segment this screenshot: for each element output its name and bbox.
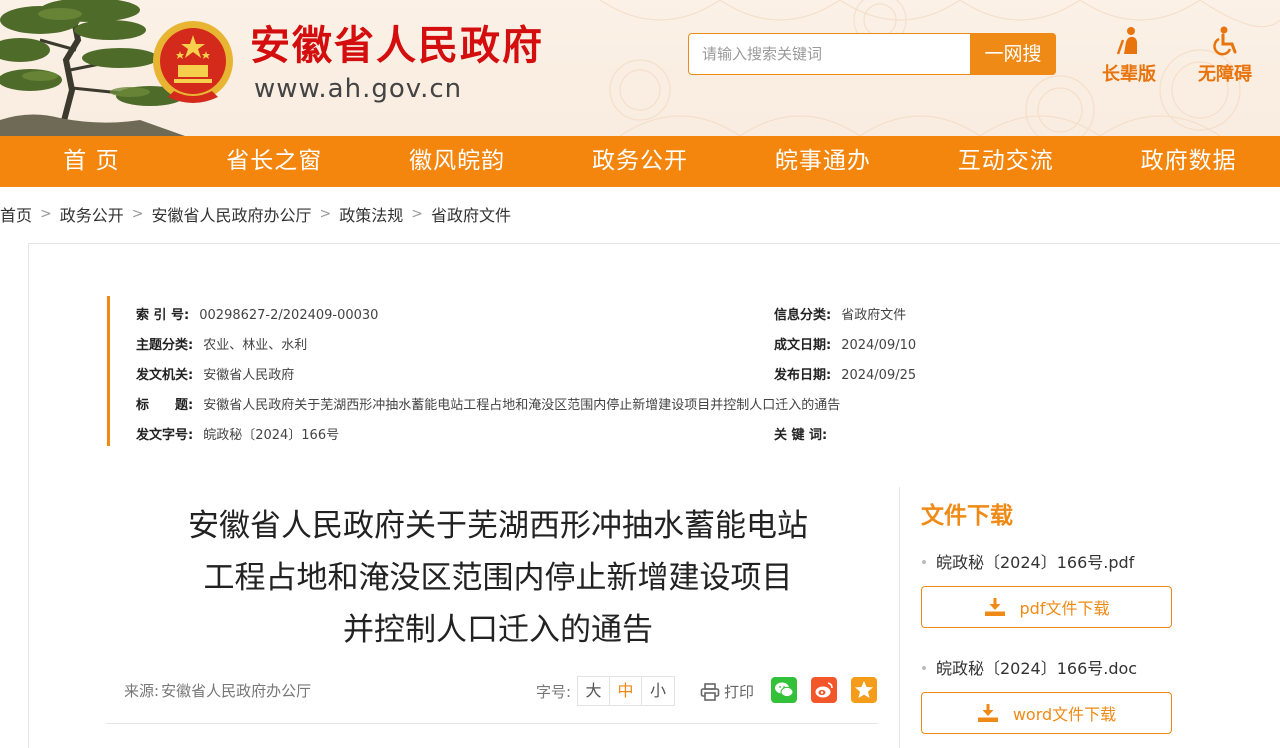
meta-info-category-label: 信息分类: (774, 308, 832, 323)
meta-topic-value: 农业、林业、水利 (203, 338, 308, 353)
document-source: 来源: 安徽省人民政府办公厅 (124, 680, 311, 701)
pdf-download-label: pdf文件下载 (1019, 599, 1110, 618)
meta-created: 成文日期: 2024/09/10 (774, 334, 916, 353)
bullet-icon (922, 665, 926, 670)
pdf-download-button[interactable]: pdf文件下载 (921, 586, 1172, 628)
meta-title-label: 标 题: (136, 398, 194, 413)
wechat-icon (775, 682, 794, 698)
font-size-label: 字号: (536, 682, 572, 701)
download-file-name-doc: 皖政秘〔2024〕166号.doc (936, 659, 1138, 678)
elder-icon (1116, 27, 1137, 55)
meta-keywords: 关 键 词: (774, 424, 837, 443)
meta-index-value: 00298627-2/202409-00030 (199, 308, 379, 323)
source-label: 来源: (124, 682, 160, 700)
sidebar-divider (899, 487, 900, 748)
meta-info-category: 信息分类: 省政府文件 (774, 304, 906, 323)
content-divider (106, 723, 878, 724)
chevron-right-icon: > (319, 206, 332, 222)
downloads-title: 文件下载 (921, 503, 1013, 529)
meta-topic: 主题分类: 农业、林业、水利 (136, 334, 307, 353)
elder-mode-link[interactable]: 长辈版 (1094, 26, 1164, 86)
meta-index: 索 引 号: 00298627-2/202409-00030 (136, 304, 378, 323)
download-file-name-pdf: 皖政秘〔2024〕166号.pdf (936, 553, 1135, 572)
share-wechat-button[interactable] (771, 677, 797, 703)
download-file-name: 皖政秘〔2024〕166号.doc (922, 655, 1137, 679)
meta-title: 标 题: 安徽省人民政府关于芜湖西形冲抽水蓄能电站工程占地和淹没区范围内停止新增建… (136, 394, 840, 413)
breadcrumb-office[interactable]: 安徽省人民政府办公厅 (152, 202, 312, 226)
document-title-line1: 安徽省人民政府关于芜湖西形冲抽水蓄能电站 (188, 508, 808, 544)
font-size-control: 字号: 大 中 小 (536, 676, 676, 706)
meta-keywords-label: 关 键 词: (774, 428, 828, 443)
meta-issuer: 发文机关: 安徽省人民政府 (136, 364, 294, 383)
meta-info-category-value: 省政府文件 (841, 308, 907, 323)
meta-issuer-value: 安徽省人民政府 (203, 368, 295, 383)
chevron-right-icon: > (131, 206, 144, 222)
meta-published: 发布日期: 2024/09/25 (774, 364, 916, 383)
nav-item-governor[interactable]: 省长之窗 (183, 136, 366, 187)
share-weibo-button[interactable] (811, 677, 837, 703)
font-size-large-button[interactable]: 大 (578, 677, 611, 705)
site-url: www.ah.gov.cn (254, 74, 463, 104)
download-file-name: 皖政秘〔2024〕166号.pdf (922, 549, 1134, 573)
nav-item-home[interactable]: 首 页 (0, 136, 183, 187)
breadcrumb-policy[interactable]: 政策法规 (339, 202, 403, 226)
document-title-line3: 并控制人口迁入的通告 (343, 612, 653, 648)
download-icon (984, 598, 1005, 616)
font-size-options: 大 中 小 (577, 676, 676, 706)
search-input[interactable] (689, 34, 971, 74)
breadcrumb-docs[interactable]: 省政府文件 (431, 202, 511, 226)
bullet-icon (922, 559, 926, 564)
print-button[interactable]: 打印 (700, 681, 754, 702)
meta-issuer-label: 发文机关: (136, 368, 194, 383)
printer-icon (700, 682, 720, 701)
breadcrumb-gov-affairs[interactable]: 政务公开 (60, 202, 124, 226)
weibo-icon (815, 682, 833, 698)
site-header: 安徽省人民政府 www.ah.gov.cn 一网搜 长辈版 无障碍 (0, 0, 1280, 136)
wheelchair-icon (1213, 26, 1237, 56)
document-title: 安徽省人民政府关于芜湖西形冲抽水蓄能电站 工程占地和淹没区范围内停止新增建设项目… (128, 500, 868, 656)
font-size-small-button[interactable]: 小 (642, 677, 675, 705)
site-title: 安徽省人民政府 (250, 23, 544, 69)
word-download-button[interactable]: word文件下载 (921, 692, 1172, 734)
meta-published-value: 2024/09/25 (841, 368, 917, 383)
meta-title-value: 安徽省人民政府关于芜湖西形冲抽水蓄能电站工程占地和淹没区范围内停止新增建设项目并… (203, 398, 841, 413)
nav-item-interaction[interactable]: 互动交流 (914, 136, 1097, 187)
nav-item-culture[interactable]: 徽风皖韵 (366, 136, 549, 187)
print-label: 打印 (724, 683, 755, 701)
meta-docno-label: 发文字号: (136, 428, 194, 443)
search-box: 一网搜 (688, 33, 1056, 75)
nav-item-services[interactable]: 皖事通办 (731, 136, 914, 187)
document-title-line2: 工程占地和淹没区范围内停止新增建设项目 (203, 560, 793, 596)
meta-published-label: 发布日期: (774, 368, 832, 383)
meta-docno-value: 皖政秘〔2024〕166号 (203, 428, 340, 443)
download-icon (977, 704, 998, 722)
share-favorite-button[interactable] (851, 677, 877, 703)
accessibility-label: 无障碍 (1198, 64, 1252, 85)
word-download-label: word文件下载 (1012, 705, 1117, 724)
meta-created-value: 2024/09/10 (841, 338, 917, 353)
nav-item-gov-data[interactable]: 政府数据 (1097, 136, 1280, 187)
main-nav: 首 页 省长之窗 徽风皖韵 政务公开 皖事通办 互动交流 政府数据 (0, 136, 1280, 187)
national-emblem-logo (153, 21, 233, 103)
chevron-right-icon: > (40, 206, 52, 222)
nav-item-gov-affairs[interactable]: 政务公开 (548, 136, 732, 187)
breadcrumb-home[interactable]: 首页 (0, 202, 32, 226)
meta-docno: 发文字号: 皖政秘〔2024〕166号 (136, 424, 339, 443)
source-value: 安徽省人民政府办公厅 (161, 682, 312, 700)
elder-mode-label: 长辈版 (1102, 64, 1156, 85)
font-size-medium-button[interactable]: 中 (610, 677, 643, 705)
meta-created-label: 成文日期: (774, 338, 832, 353)
accessibility-link[interactable]: 无障碍 (1190, 26, 1260, 86)
breadcrumb: 首页 > 政务公开 > 安徽省人民政府办公厅 > 政策法规 > 省政府文件 (0, 202, 511, 226)
chevron-right-icon: > (411, 206, 423, 222)
meta-topic-label: 主题分类: (136, 338, 194, 353)
star-icon (855, 681, 873, 698)
meta-index-label: 索 引 号: (136, 308, 190, 323)
search-button[interactable]: 一网搜 (970, 33, 1056, 75)
